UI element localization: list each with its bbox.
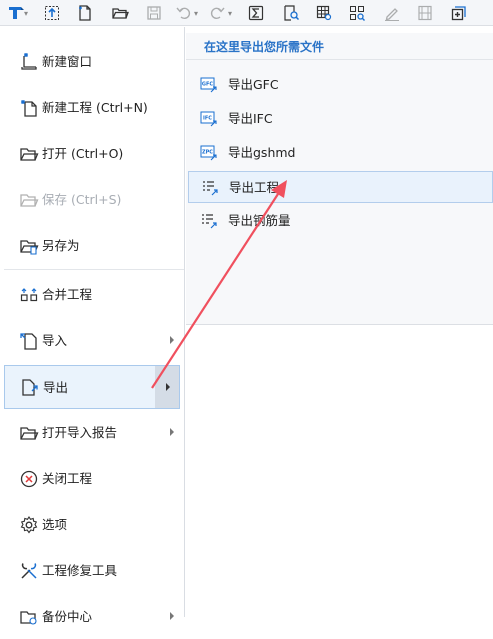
- edit-icon[interactable]: [382, 3, 402, 23]
- select-icon[interactable]: [42, 3, 62, 23]
- export-item-label: 导出gshmd: [228, 145, 296, 160]
- layout-icon[interactable]: [415, 3, 435, 23]
- menu-item-save[interactable]: 保存 (Ctrl+S): [4, 178, 180, 222]
- gshmd-file-icon: ZPC: [200, 145, 218, 161]
- submenu-arrow-icon: [170, 612, 174, 620]
- menu-item-label: 合并工程: [42, 287, 93, 302]
- export-item-label: 导出钢筋量: [228, 213, 291, 228]
- menu-item-options[interactable]: 选项: [4, 503, 180, 547]
- menu-item-label: 导入: [42, 333, 68, 348]
- save-icon[interactable]: [144, 3, 164, 23]
- export-gshmd-item[interactable]: ZPC 导出gshmd: [188, 137, 493, 169]
- menu-item-repair-tool[interactable]: 工程修复工具: [4, 549, 180, 593]
- export-gfc-item[interactable]: GFC 导出GFC: [188, 69, 493, 101]
- menu-item-label: 新建窗口: [42, 54, 93, 69]
- open-folder-icon[interactable]: [110, 3, 130, 23]
- menu-item-close-project[interactable]: 关闭工程: [4, 457, 180, 501]
- menu-item-export[interactable]: 导出: [4, 365, 180, 409]
- menu-item-label: 另存为: [42, 238, 80, 253]
- panel-title: 在这里导出您所需文件: [204, 40, 325, 54]
- panel-separator: [186, 59, 493, 60]
- gfc-file-icon: GFC: [200, 77, 218, 93]
- menu-item-label: 选项: [42, 517, 68, 532]
- menu-item-label: 备份中心: [42, 609, 93, 624]
- submenu-arrow-icon: [170, 336, 174, 344]
- import-icon: [19, 331, 39, 351]
- merge-icon: [19, 285, 39, 305]
- menu-item-open-import-report[interactable]: 打开导入报告: [4, 411, 180, 455]
- wrench-icon: [19, 561, 39, 581]
- export-icon: [20, 377, 40, 397]
- app-menu-caret-icon[interactable]: ▾: [24, 9, 28, 18]
- menu-item-merge-project[interactable]: 合并工程: [4, 273, 180, 317]
- open-folder-icon: [19, 423, 39, 443]
- menu-item-label: 工程修复工具: [42, 563, 118, 578]
- export-list-icon: [200, 213, 218, 229]
- gear-icon: [19, 515, 39, 535]
- menu-item-label: 保存 (Ctrl+S): [42, 192, 122, 207]
- add-icon[interactable]: [449, 3, 469, 23]
- new-window-icon: [19, 52, 39, 72]
- save-folder-icon: [19, 190, 39, 210]
- export-project-item[interactable]: 导出工程: [188, 171, 493, 203]
- submenu-arrow-icon: [170, 428, 174, 436]
- redo-caret-icon[interactable]: ▾: [228, 9, 232, 18]
- file-menu: 新建窗口 新建工程 (Ctrl+N) 打开 (Ctrl+O) 保存 (Ctrl+…: [0, 27, 185, 625]
- table-icon[interactable]: [314, 3, 334, 23]
- redo-icon[interactable]: [207, 3, 227, 23]
- menu-separator: [4, 269, 184, 270]
- save-as-icon: [19, 236, 39, 256]
- submenu-expand-button[interactable]: [155, 366, 179, 408]
- undo-icon[interactable]: [174, 3, 194, 23]
- menu-item-new-project[interactable]: 新建工程 (Ctrl+N): [4, 86, 180, 130]
- close-circle-icon: [19, 469, 39, 489]
- new-project-icon: [19, 98, 39, 118]
- export-submenu-panel: 在这里导出您所需文件 GFC 导出GFC IFC 导出IFC ZPC 导出gsh…: [186, 33, 493, 325]
- new-file-icon[interactable]: [75, 3, 95, 23]
- open-folder-icon: [19, 144, 39, 164]
- menu-item-open[interactable]: 打开 (Ctrl+O): [4, 132, 180, 176]
- find-icon[interactable]: [281, 3, 301, 23]
- app-logo-icon[interactable]: [6, 3, 26, 23]
- sum-icon[interactable]: [246, 3, 266, 23]
- menu-item-label: 打开 (Ctrl+O): [42, 146, 124, 161]
- menu-item-label: 导出: [43, 380, 69, 395]
- ifc-file-icon: IFC: [200, 111, 218, 127]
- menu-item-import[interactable]: 导入: [4, 319, 180, 363]
- menu-item-label: 新建工程 (Ctrl+N): [42, 100, 148, 115]
- gshmd-badge: ZPC: [202, 150, 213, 156]
- ifc-badge: IFC: [203, 116, 212, 122]
- menu-item-backup-center[interactable]: 备份中心: [4, 595, 180, 639]
- gfc-badge: GFC: [202, 82, 214, 88]
- submenu-arrow-icon: [166, 383, 170, 391]
- menu-item-label: 关闭工程: [42, 471, 93, 486]
- menu-item-new-window[interactable]: 新建窗口: [4, 40, 180, 84]
- export-item-label: 导出GFC: [228, 77, 279, 92]
- menu-item-label: 打开导入报告: [42, 425, 118, 440]
- backup-icon: [19, 607, 39, 627]
- toolbar: ▾ ▾ ▾: [0, 0, 493, 26]
- export-list-icon: [201, 180, 219, 196]
- menu-item-save-as[interactable]: 另存为: [4, 224, 180, 268]
- undo-caret-icon[interactable]: ▾: [194, 9, 198, 18]
- export-rebar-quantity-item[interactable]: 导出钢筋量: [188, 205, 493, 237]
- export-ifc-item[interactable]: IFC 导出IFC: [188, 103, 493, 135]
- export-item-label: 导出IFC: [228, 111, 273, 126]
- export-item-label: 导出工程: [229, 180, 280, 195]
- quantity-search-icon[interactable]: [347, 3, 367, 23]
